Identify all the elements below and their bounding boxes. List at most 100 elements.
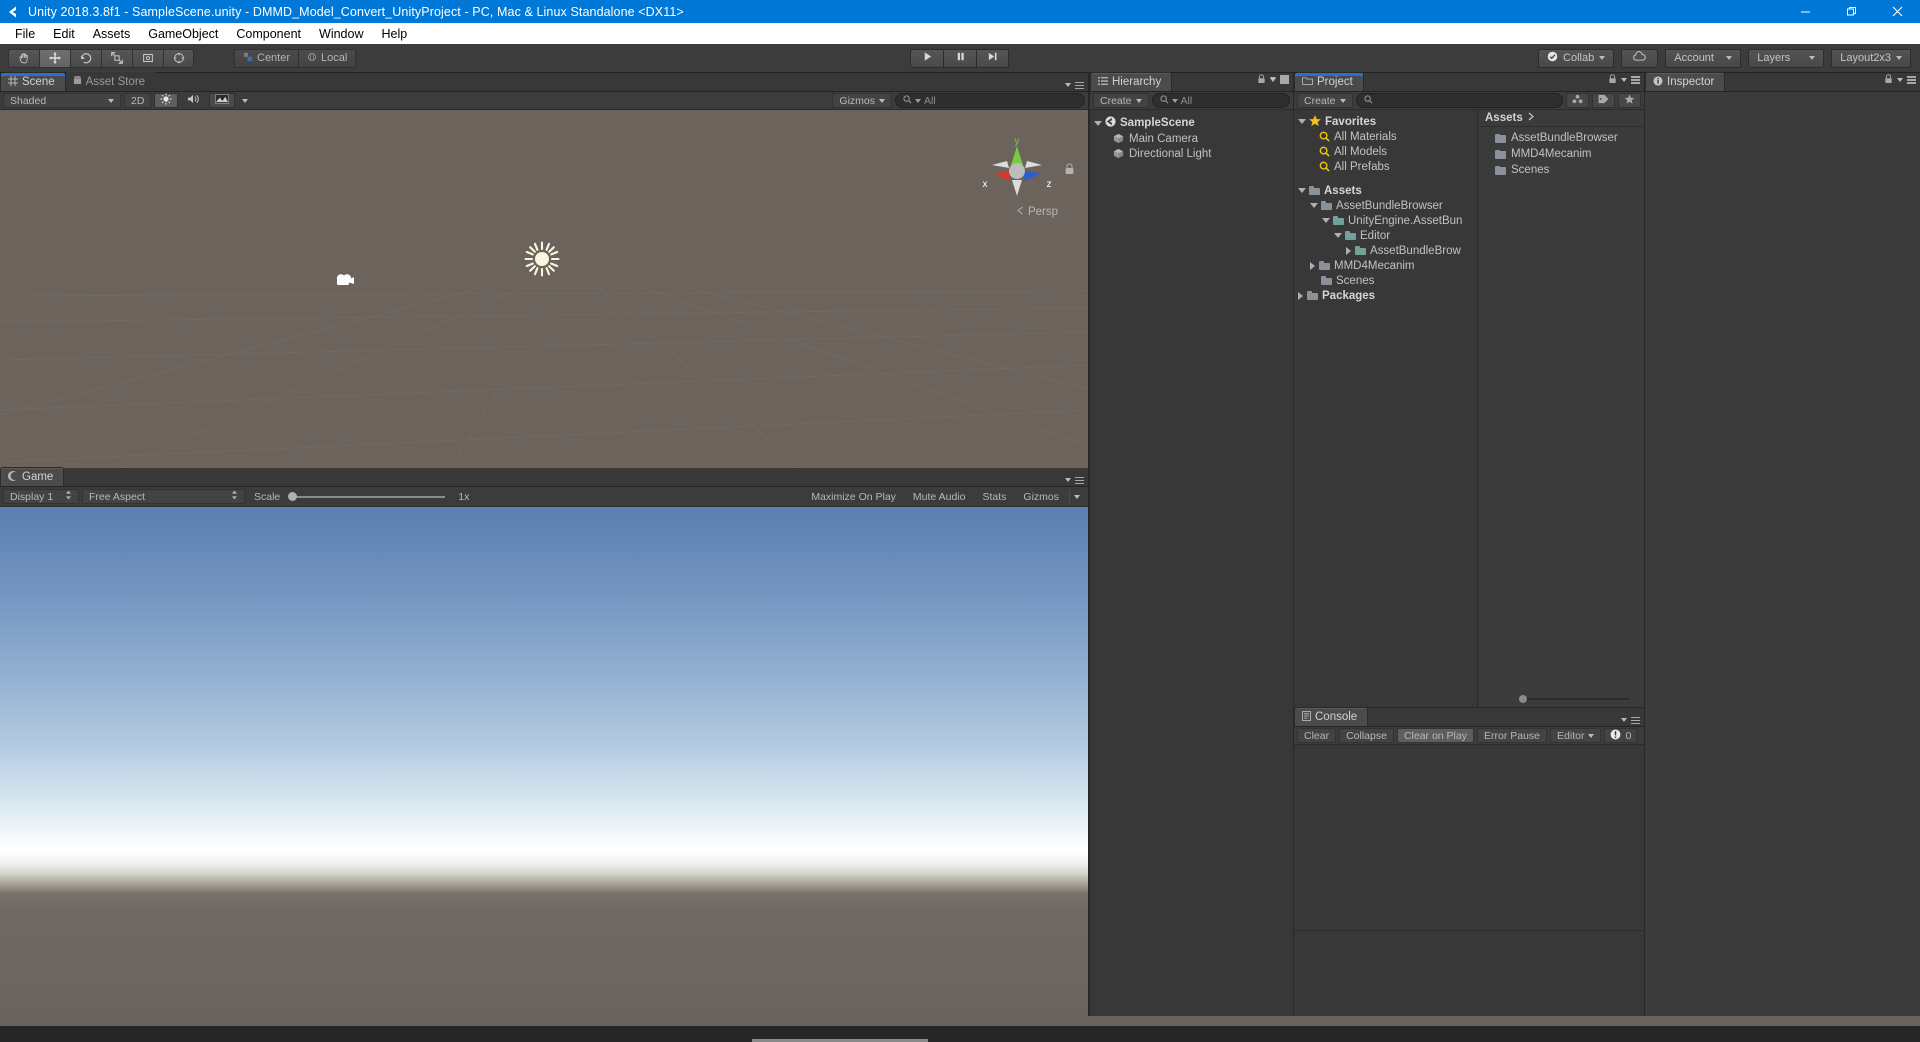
- list-item[interactable]: Scenes: [1479, 162, 1644, 178]
- list-item[interactable]: AssetBundleBrowser: [1479, 130, 1644, 146]
- filter-by-label-button[interactable]: [1592, 93, 1615, 108]
- console-clear-button[interactable]: Clear: [1297, 728, 1336, 743]
- 2d-toggle-button[interactable]: 2D: [124, 93, 151, 108]
- tab-console[interactable]: Console: [1294, 707, 1368, 726]
- scene-audio-toggle[interactable]: [181, 93, 206, 108]
- game-gizmos-dropdown[interactable]: [1069, 489, 1085, 504]
- chevron-right-icon[interactable]: [1346, 247, 1351, 255]
- hierarchy-search-input[interactable]: All: [1152, 93, 1290, 108]
- console-message-list[interactable]: [1294, 745, 1644, 1016]
- tab-inspector[interactable]: Inspector: [1645, 72, 1725, 91]
- scale-slider-knob[interactable]: [288, 492, 297, 501]
- hierarchy-create-button[interactable]: Create: [1093, 93, 1149, 108]
- scene-effects-toggle[interactable]: [209, 93, 235, 108]
- hand-tool-button[interactable]: [8, 49, 39, 68]
- scene-viewport[interactable]: y x z Persp: [0, 110, 1088, 468]
- chevron-down-icon[interactable]: [1298, 119, 1306, 124]
- pause-button[interactable]: [943, 49, 976, 68]
- console-collapse-toggle[interactable]: Collapse: [1339, 728, 1394, 743]
- filter-by-type-button[interactable]: [1566, 93, 1589, 108]
- lock-icon[interactable]: [1257, 71, 1266, 89]
- chevron-right-icon[interactable]: [1310, 262, 1315, 270]
- scene-search-input[interactable]: All: [895, 93, 1085, 108]
- menu-component[interactable]: Component: [227, 25, 310, 43]
- project-tree-editor[interactable]: Editor: [1294, 228, 1477, 243]
- mute-audio-toggle[interactable]: Mute Audio: [906, 489, 973, 504]
- pivot-mode-button[interactable]: Center: [234, 49, 298, 68]
- menu-assets[interactable]: Assets: [84, 25, 140, 43]
- layers-button[interactable]: Layers: [1748, 49, 1824, 68]
- stats-toggle[interactable]: Stats: [975, 489, 1013, 504]
- scene-lighting-toggle[interactable]: [154, 93, 178, 108]
- chevron-down-icon[interactable]: [1310, 203, 1318, 208]
- console-editor-dropdown[interactable]: Editor: [1550, 728, 1601, 743]
- tab-game[interactable]: Game: [0, 467, 64, 486]
- project-tree-assets[interactable]: Assets: [1294, 183, 1477, 198]
- project-tree-packages[interactable]: Packages: [1294, 288, 1477, 303]
- cloud-button[interactable]: [1621, 49, 1658, 68]
- tab-hierarchy[interactable]: Hierarchy: [1090, 72, 1172, 91]
- menu-window[interactable]: Window: [310, 25, 372, 43]
- rotation-mode-button[interactable]: Local: [298, 49, 356, 68]
- scene-effects-dropdown[interactable]: [238, 93, 252, 108]
- step-button[interactable]: [976, 49, 1009, 68]
- filter-favorite-button[interactable]: [1618, 93, 1641, 108]
- console-splitter[interactable]: [1294, 930, 1644, 931]
- inspector-panel-menu[interactable]: [1884, 71, 1916, 89]
- collab-button[interactable]: Collab: [1538, 49, 1614, 68]
- project-search-input[interactable]: [1356, 93, 1563, 108]
- maximize-button[interactable]: [1828, 0, 1874, 23]
- account-button[interactable]: Account: [1665, 49, 1741, 68]
- move-tool-button[interactable]: [39, 49, 70, 68]
- menu-help[interactable]: Help: [372, 25, 416, 43]
- draw-mode-dropdown[interactable]: Shaded: [3, 93, 121, 108]
- game-panel-menu[interactable]: [1065, 477, 1084, 485]
- close-button[interactable]: [1874, 0, 1920, 23]
- scene-projection-label[interactable]: Persp: [1016, 206, 1058, 218]
- project-favorite-all-materials[interactable]: All Materials: [1294, 129, 1477, 144]
- scene-context-menu[interactable]: [1270, 75, 1289, 83]
- directional-light-icon[interactable]: [524, 241, 560, 282]
- project-zoom-slider[interactable]: [1519, 695, 1629, 703]
- minimize-button[interactable]: [1782, 0, 1828, 23]
- game-gizmos-toggle[interactable]: Gizmos: [1016, 489, 1066, 504]
- console-error-pause-toggle[interactable]: Error Pause: [1477, 728, 1547, 743]
- project-favorite-all-prefabs[interactable]: All Prefabs: [1294, 159, 1477, 174]
- aspect-dropdown[interactable]: Free Aspect: [82, 489, 245, 504]
- hierarchy-scene-row[interactable]: SampleScene: [1090, 115, 1293, 131]
- chevron-down-icon[interactable]: [1334, 233, 1342, 238]
- rotate-tool-button[interactable]: [70, 49, 101, 68]
- rect-tool-button[interactable]: [132, 49, 163, 68]
- chevron-down-icon[interactable]: [1094, 121, 1102, 126]
- project-tree-unityengine-assetbundle[interactable]: UnityEngine.AssetBun: [1294, 213, 1477, 228]
- combined-transform-tool-button[interactable]: [163, 49, 194, 68]
- menu-edit[interactable]: Edit: [44, 25, 84, 43]
- display-dropdown[interactable]: Display 1: [3, 489, 79, 504]
- scene-view-orientation-gizmo[interactable]: y x z: [978, 132, 1056, 210]
- console-error-count-toggle[interactable]: 0: [1604, 728, 1637, 743]
- console-clear-on-play-toggle[interactable]: Clear on Play: [1397, 728, 1474, 743]
- maximize-on-play-toggle[interactable]: Maximize On Play: [804, 489, 903, 504]
- chevron-right-icon[interactable]: [1298, 292, 1303, 300]
- scene-panel-menu[interactable]: [1065, 82, 1084, 90]
- project-favorites-root[interactable]: Favorites: [1294, 114, 1477, 129]
- breadcrumb[interactable]: Assets: [1479, 110, 1644, 127]
- lock-icon[interactable]: [1884, 71, 1893, 89]
- menu-gameobject[interactable]: GameObject: [139, 25, 227, 43]
- console-panel-menu[interactable]: [1621, 717, 1640, 725]
- scale-slider[interactable]: [288, 491, 445, 503]
- slider-knob[interactable]: [1519, 695, 1527, 703]
- game-viewport[interactable]: [0, 507, 1088, 1016]
- project-tree-scenes[interactable]: Scenes: [1294, 273, 1477, 288]
- project-panel-menu[interactable]: [1608, 71, 1640, 89]
- chevron-down-icon[interactable]: [1322, 218, 1330, 223]
- tab-asset-store[interactable]: Asset Store: [66, 72, 155, 91]
- list-item[interactable]: MMD4Mecanim: [1479, 146, 1644, 162]
- tab-scene[interactable]: Scene: [0, 72, 66, 91]
- project-create-button[interactable]: Create: [1297, 93, 1353, 108]
- layout-button[interactable]: Layout2x3: [1831, 49, 1911, 68]
- chevron-down-icon[interactable]: [1298, 188, 1306, 193]
- play-button[interactable]: [910, 49, 943, 68]
- lock-icon[interactable]: [1064, 162, 1075, 180]
- gizmos-dropdown[interactable]: Gizmos: [832, 93, 892, 108]
